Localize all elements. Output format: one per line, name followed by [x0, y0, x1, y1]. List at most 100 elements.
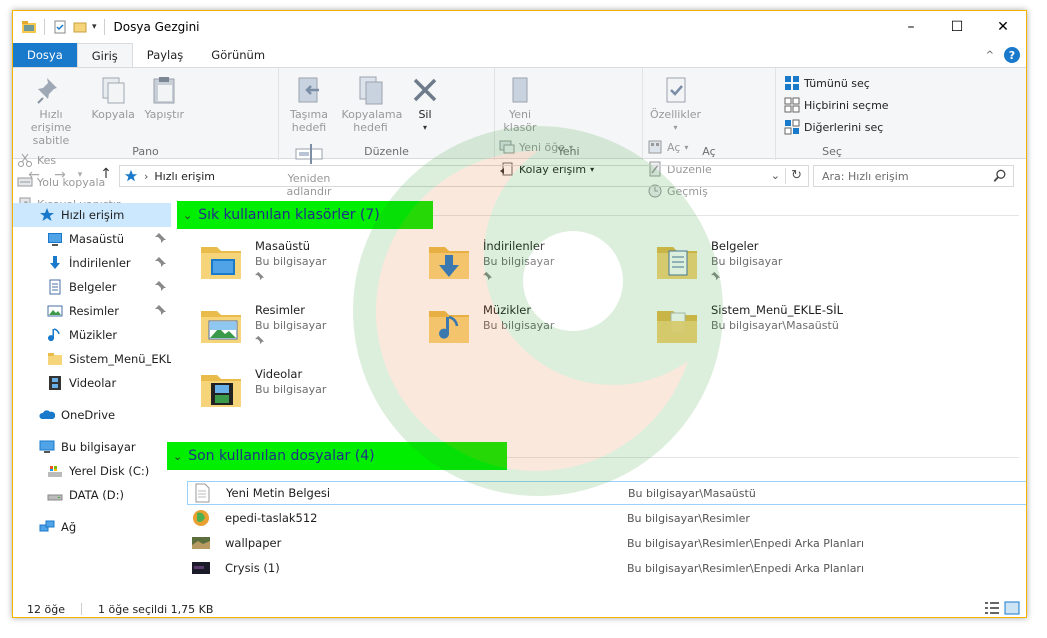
nav-item-pictures[interactable]: Resimler — [13, 299, 171, 323]
network-icon — [39, 520, 55, 532]
address-dropdown-icon[interactable]: ⌄ — [771, 169, 780, 182]
help-icon[interactable]: ? — [1004, 47, 1020, 63]
move-to-button[interactable]: Taşıma hedefi — [283, 72, 335, 136]
nav-item-this-pc[interactable]: Bu bilgisayar — [13, 435, 171, 459]
ribbon-group-open: Özellikler ▾ Aç ▾ Düzenle Geçmiş Aç — [643, 68, 776, 198]
tab-view[interactable]: Görünüm — [197, 43, 279, 67]
nav-item-desktop[interactable]: Masaüstü — [13, 227, 171, 251]
ribbon-group-clipboard: Hızlı erişime sabitle Kopyala Yapıştır K… — [13, 68, 279, 211]
maximize-button[interactable]: ☐ — [934, 11, 980, 43]
properties-button[interactable]: Özellikler ▾ — [647, 72, 704, 136]
select-all-button[interactable]: Tümünü seç — [784, 74, 889, 92]
large-icons-view-icon[interactable] — [1004, 601, 1020, 615]
pin-icon[interactable] — [155, 232, 167, 244]
item-count: 12 öğe — [27, 602, 65, 616]
up-arrow-icon[interactable]: ↑ — [95, 166, 117, 182]
folder-tile-desktop[interactable]: Masaüstü Bu bilgisayar — [197, 237, 417, 293]
nav-item-local-disk-c[interactable]: Yerel Disk (C:) — [13, 459, 171, 483]
folder-tile-music[interactable]: Müzikler Bu bilgisayar — [425, 301, 645, 357]
system-drive-icon — [48, 466, 62, 477]
qat-dropdown-icon[interactable]: ▾ — [92, 22, 97, 32]
breadcrumb-current[interactable]: Hızlı erişim — [154, 170, 215, 183]
copy-button[interactable]: Kopyala — [89, 72, 138, 123]
folder-icon — [48, 353, 62, 365]
nav-item-documents[interactable]: Belgeler — [13, 275, 171, 299]
nav-item-videos[interactable]: Videolar — [13, 371, 171, 395]
search-placeholder[interactable]: Ara: Hızlı erişim — [822, 170, 909, 183]
folder-tile-downloads[interactable]: İndirilenler Bu bilgisayar — [425, 237, 645, 293]
nav-item-network[interactable]: Ağ — [13, 515, 171, 539]
nav-item-onedrive[interactable]: OneDrive — [13, 403, 171, 427]
nav-item-downloads[interactable]: İndirilenler — [13, 251, 171, 275]
address-row: ← → ▾ ↑ › Hızlı erişim ⌄ ↻ Ara: Hızlı er… — [13, 161, 1026, 191]
search-icon[interactable] — [993, 169, 1007, 183]
new-folder-icon — [512, 77, 528, 103]
ribbon: Hızlı erişime sabitle Kopyala Yapıştır K… — [13, 67, 1026, 211]
documents-folder-icon — [657, 247, 697, 279]
group-label-new: Yeni — [557, 145, 580, 158]
properties-qat-icon[interactable] — [52, 19, 68, 35]
delete-button[interactable]: Sil ▾ — [406, 72, 444, 136]
breadcrumb-chevron-icon[interactable]: › — [144, 170, 148, 183]
close-button[interactable]: ✕ — [980, 11, 1026, 43]
select-none-button[interactable]: Hiçbirini seçme — [784, 96, 889, 114]
copy-to-button[interactable]: Kopyalama hedefi — [339, 72, 403, 136]
new-folder-qat-icon[interactable] — [72, 19, 88, 35]
invert-selection-icon — [784, 119, 800, 135]
collapse-chevron-icon[interactable]: ⌄ — [183, 209, 192, 222]
invert-selection-button[interactable]: Diğerlerini seç — [784, 118, 889, 136]
search-box[interactable]: Ara: Hızlı erişim — [813, 165, 1014, 187]
forward-arrow-icon[interactable]: → — [49, 167, 71, 183]
star-icon — [40, 208, 54, 221]
recent-file-row[interactable]: wallpaper Bu bilgisayar\Resimler\Enpedi … — [187, 531, 1026, 555]
collapse-chevron-icon[interactable]: ⌄ — [173, 450, 182, 463]
music-folder-icon — [429, 311, 469, 343]
new-folder-button[interactable]: Yeni klasör — [499, 72, 541, 136]
cloud-icon — [39, 410, 55, 419]
pin-icon[interactable] — [155, 304, 167, 316]
folder-tile-system-menu[interactable]: Sistem_Menü_EKLE-SİL Bu bilgisayar\Masaü… — [653, 301, 873, 357]
minimize-button[interactable]: – — [888, 11, 934, 43]
nav-item-quick-access[interactable]: Hızlı erişim — [13, 203, 171, 227]
content-pane: ⌄ Sık kullanılan klasörler (7) Masaüstü … — [167, 201, 1026, 601]
tab-file[interactable]: Dosya — [13, 43, 77, 67]
nav-item-music[interactable]: Müzikler — [13, 323, 171, 347]
selection-info: 1 öğe seçildi 1,75 KB — [97, 602, 214, 616]
folder-tile-pictures[interactable]: Resimler Bu bilgisayar — [197, 301, 417, 357]
videos-folder-icon — [201, 375, 241, 407]
folder-tile-documents[interactable]: Belgeler Bu bilgisayar — [653, 237, 873, 293]
pin-icon[interactable] — [155, 280, 167, 292]
move-to-icon — [298, 77, 319, 103]
select-all-icon — [785, 76, 799, 90]
status-bar: 12 öğe 1 öğe seçildi 1,75 KB — [13, 599, 1026, 617]
pin-quick-access-button[interactable]: Hızlı erişime sabitle — [17, 72, 85, 149]
navigation-pane: Hızlı erişim Masaüstü İndirilenler Belge… — [13, 201, 171, 601]
nav-item-system-menu-folder[interactable]: Sistem_Menü_EKLE- — [13, 347, 171, 371]
paste-button[interactable]: Yapıştır — [141, 72, 187, 123]
pictures-folder-icon — [201, 311, 241, 343]
frequent-folders-header[interactable]: ⌄ Sık kullanılan klasörler (7) — [177, 201, 433, 229]
recent-file-row[interactable]: Yeni Metin Belgesi Bu bilgisayar\Masaüst… — [187, 481, 1026, 505]
nav-item-data-d[interactable]: DATA (D:) — [13, 483, 171, 507]
quick-access-toolbar: ▾ — [13, 11, 108, 43]
folder-with-files-icon — [657, 311, 697, 343]
pin-icon[interactable] — [155, 256, 167, 268]
documents-icon — [49, 279, 61, 295]
pin-icon — [37, 78, 57, 104]
details-view-icon[interactable] — [984, 601, 1000, 615]
refresh-icon[interactable]: ↻ — [791, 168, 802, 183]
recent-file-row[interactable]: epedi-taslak512 Bu bilgisayar\Resimler — [187, 506, 1026, 530]
folder-tile-videos[interactable]: Videolar Bu bilgisayar — [197, 365, 417, 421]
tab-share[interactable]: Paylaş — [133, 43, 198, 67]
recent-files-header[interactable]: ⌄ Son kullanılan dosyalar (4) — [167, 442, 507, 470]
copy-to-icon — [359, 76, 382, 105]
back-arrow-icon[interactable]: ← — [23, 167, 45, 183]
group-label-select: Seç — [822, 145, 842, 158]
music-note-icon — [48, 328, 60, 342]
recent-file-row[interactable]: Crysis (1) Bu bilgisayar\Resimler\Enpedi… — [187, 556, 1026, 580]
ribbon-collapse-icon[interactable]: ^ — [986, 50, 994, 61]
recent-locations-chevron-icon[interactable]: ▾ — [69, 170, 91, 180]
tab-home[interactable]: Giriş — [76, 43, 133, 67]
address-bar[interactable]: › Hızlı erişim ⌄ ↻ — [119, 165, 809, 187]
ribbon-group-new: Yeni klasör Yeni öğe ▾ Kolay erişim ▾ Yeni — [495, 68, 643, 176]
